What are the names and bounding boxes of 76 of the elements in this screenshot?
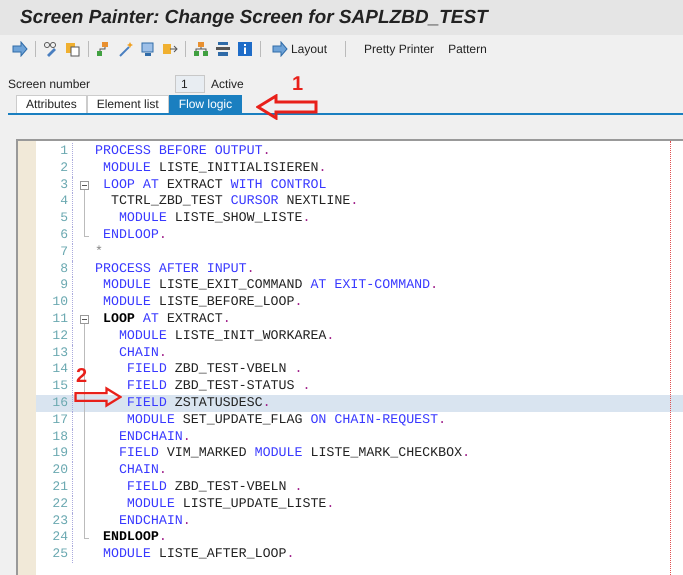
annotation-number: 1 [292,74,304,94]
line-number: 9 [36,277,73,294]
annotation-arrow [256,94,318,120]
code-line: ENDLOOP. [102,226,167,244]
line-number: 8 [36,260,73,278]
line-number: 11 [36,310,73,328]
code-line: FIELD ZBD_TEST-VBELN . [126,478,302,496]
line-number: 16 [36,394,73,412]
code-line: ENDCHAIN. [118,512,191,530]
line-number: 2 [36,160,73,177]
line-number: 25 [36,546,73,563]
glasses-pencil-icon[interactable] [43,41,59,57]
code-line: FIELD ZSTATUSDESC. [126,394,271,412]
tab[interactable]: Attributes [16,95,87,113]
line-number: 24 [36,529,73,546]
code-line: MODULE LISTE_UPDATE_LISTE. [126,496,334,513]
clipboard-icon[interactable] [65,41,81,57]
line-number: 5 [36,210,73,227]
tree-icon[interactable] [193,41,209,57]
toolbar-button[interactable]: Layout [268,39,332,59]
screen-number-field[interactable]: 1 [175,75,205,93]
code-line: PROCESS BEFORE OUTPUT. [95,143,271,160]
stack-icon[interactable] [215,41,231,57]
code-line: MODULE LISTE_INIT_WORKAREA. [118,328,334,345]
code-line: FIELD ZBD_TEST-STATUS . [126,378,310,395]
screen-icon[interactable] [140,41,156,57]
annotation-arrow [74,386,122,408]
toolbar-button[interactable]: Pretty Printer [360,39,438,59]
code-line: LOOP AT EXTRACT WITH CONTROL [102,176,326,194]
code-line: * [95,244,103,261]
code-line: FIELD ZBD_TEST-VBELN . [126,361,302,378]
tab[interactable]: Flow logic [168,95,242,113]
window-title: Screen Painter: Change Screen for SAPLZBD_TEST [20,6,488,28]
code-line: ENDLOOP. [102,529,167,546]
line-number: 1 [36,143,73,160]
line-number: 19 [36,445,73,462]
line-number: 20 [36,462,73,479]
code-line: ENDCHAIN. [118,428,191,446]
code-line: MODULE LISTE_AFTER_LOOP. [102,546,294,563]
code-editor[interactable] [16,139,683,575]
field-label: Screen number [8,77,92,91]
status-text: Active [211,77,244,91]
code-line: MODULE SET_UPDATE_FLAG ON CHAIN-REQUEST. [126,412,446,429]
line-number: 21 [36,478,73,496]
annotation-number: 2 [76,366,88,386]
code-line: PROCESS AFTER INPUT. [95,260,255,278]
code-line: CHAIN. [118,462,167,479]
code-line: LOOP AT EXTRACT. [102,310,231,328]
collapse-icon[interactable] [80,314,89,324]
toolbar-button[interactable]: Pattern [444,39,491,59]
line-number: 7 [36,244,73,261]
export-icon[interactable] [162,41,178,57]
magic-wand-icon[interactable] [118,41,134,57]
code-line: MODULE LISTE_SHOW_LISTE. [118,210,310,227]
line-number: 22 [36,496,73,513]
line-number: 3 [36,176,73,194]
line-number: 14 [36,361,73,378]
code-line: TCTRL_ZBD_TEST CURSOR NEXTLINE. [110,193,358,210]
code-line: FIELD VIM_MARKED MODULE LISTE_MARK_CHECKBOX. [118,445,470,462]
line-number: 18 [36,428,73,446]
line-number: 6 [36,226,73,244]
collapse-icon[interactable] [80,180,89,190]
code-line: MODULE LISTE_BEFORE_LOOP. [102,294,302,311]
arrow-right-icon[interactable] [12,41,28,57]
code-line: CHAIN. [118,344,167,362]
info-icon[interactable] [237,41,253,57]
line-number: 23 [36,512,73,530]
arrow-right-icon [272,41,288,57]
line-number: 12 [36,328,73,345]
code-line: MODULE LISTE_EXIT_COMMAND AT EXIT-COMMAND. [102,277,438,294]
line-number: 4 [36,193,73,210]
code-line: MODULE LISTE_INITIALISIEREN. [102,160,326,177]
tab[interactable]: Element list [86,95,169,113]
line-number: 17 [36,412,73,429]
line-number: 13 [36,344,73,362]
line-number: 10 [36,294,73,311]
